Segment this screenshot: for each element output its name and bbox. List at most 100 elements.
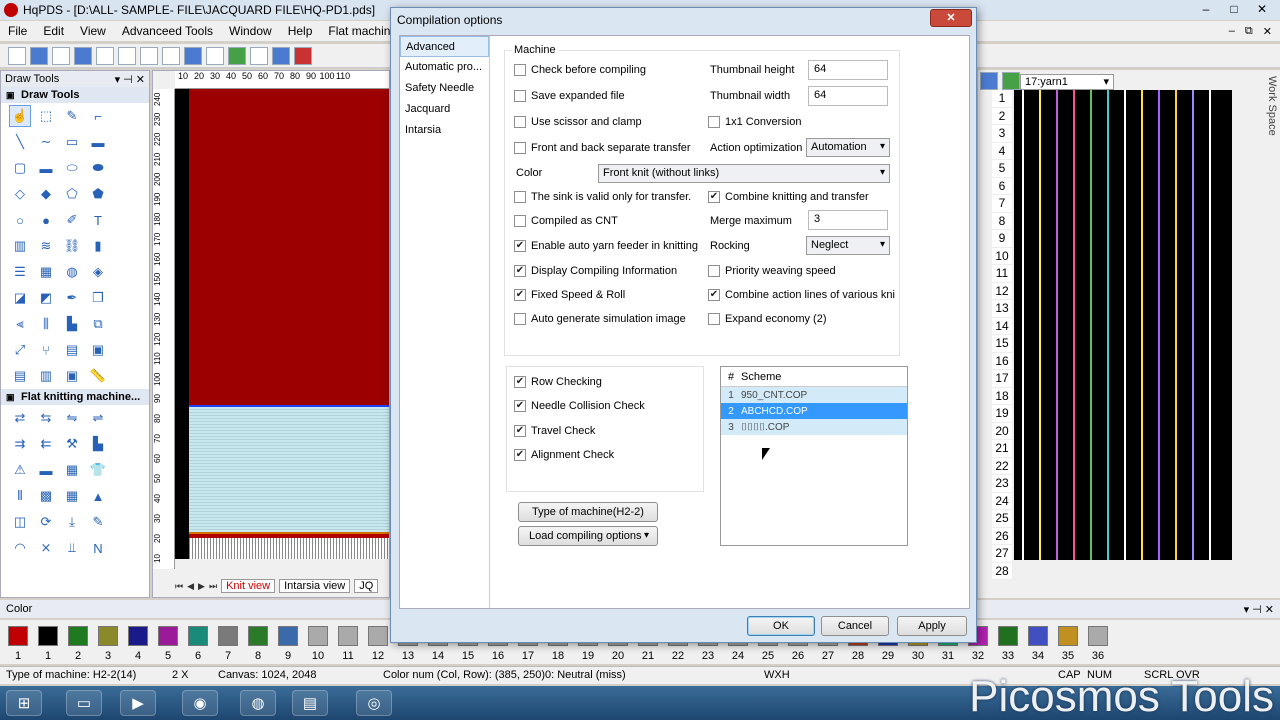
grid-icon[interactable] <box>184 46 202 65</box>
front-back-transfer[interactable]: Front and back separate transfer <box>514 142 691 154</box>
color-swatch[interactable] <box>278 626 298 646</box>
mdi-close-button[interactable]: ✕ <box>1263 25 1272 38</box>
checkbox[interactable] <box>514 142 526 154</box>
combine-knitting-transfer[interactable]: ✔ Combine knitting and transfer <box>708 191 869 203</box>
stack-icon[interactable]: ▤ <box>9 365 31 387</box>
design-canvas[interactable] <box>175 89 389 567</box>
filled-polygon-icon[interactable]: ⬟ <box>87 183 109 205</box>
work-space-tab[interactable]: Work Space <box>1266 76 1278 136</box>
transfer-back-icon[interactable]: ⇇ <box>35 433 57 455</box>
yarn-tool-2-icon[interactable] <box>1002 72 1020 90</box>
checkbox[interactable] <box>514 116 526 128</box>
filled-diamond-icon[interactable]: ◆ <box>35 183 57 205</box>
checkbox[interactable] <box>514 64 526 76</box>
color-swatch[interactable] <box>8 626 28 646</box>
color-swatch[interactable] <box>1058 626 1078 646</box>
check-before-compiling[interactable]: Check before compiling <box>514 64 646 76</box>
auto-yarn-feeder[interactable]: ✔ Enable auto yarn feeder in knitting <box>514 240 698 252</box>
row-checking[interactable]: ✔ Row Checking <box>514 376 602 388</box>
columns-icon[interactable]: ▥ <box>9 235 31 257</box>
nav-safety-needle[interactable]: Safety Needle <box>400 78 489 99</box>
layer-icon[interactable] <box>228 46 246 65</box>
scheme-row[interactable]: 1 950_CNT.COP <box>721 387 907 403</box>
brush-icon[interactable]: ✐ <box>61 209 83 231</box>
color-swatch[interactable] <box>38 626 58 646</box>
color-swatch[interactable] <box>218 626 238 646</box>
display-compiling-info[interactable]: ✔ Display Compiling Information <box>514 265 677 277</box>
rows-icon[interactable]: ☰ <box>9 261 31 283</box>
transfer-icon[interactable]: ⇉ <box>9 433 31 455</box>
load-compiling-options-button[interactable]: Load compiling options <box>518 526 658 546</box>
mdi-restore-button[interactable]: ⧉ <box>1245 25 1253 38</box>
mirror-icon[interactable]: ⧉ <box>87 313 109 335</box>
nav-intarsia[interactable]: Intarsia <box>400 120 489 141</box>
panel-icon[interactable]: ▥ <box>35 365 57 387</box>
grid-tool-icon[interactable]: ▦ <box>35 261 57 283</box>
line-icon[interactable]: ╲ <box>9 131 31 153</box>
filled-rectangle-icon[interactable]: ▬ <box>87 131 109 153</box>
refresh-icon[interactable]: ⟳ <box>35 511 57 533</box>
color-swatch[interactable] <box>248 626 268 646</box>
notepad-icon[interactable]: ▤ <box>292 690 328 716</box>
checkbox[interactable] <box>514 313 526 325</box>
alignment-check[interactable]: ✔ Alignment Check <box>514 449 614 461</box>
triangle-icon[interactable]: ▲ <box>87 485 109 507</box>
compiled-as-cnt[interactable]: Compiled as CNT <box>514 215 618 227</box>
checkbox[interactable]: ✔ <box>514 289 526 301</box>
menu-advanced-tools[interactable]: Advanceed Tools <box>114 24 221 38</box>
cut-icon[interactable] <box>118 46 136 65</box>
firefox-icon[interactable]: ◍ <box>240 690 276 716</box>
tab-intarsia-view[interactable]: Intarsia view <box>279 579 351 593</box>
draw-tools-section[interactable]: Draw Tools <box>1 87 149 103</box>
color-swatch[interactable] <box>338 626 358 646</box>
yarn-view[interactable] <box>1014 90 1232 560</box>
checkbox[interactable]: ✔ <box>708 191 720 203</box>
paste-icon[interactable] <box>162 46 180 65</box>
priority-weaving-speed[interactable]: Priority weaving speed <box>708 265 836 277</box>
menu-edit[interactable]: Edit <box>35 24 72 38</box>
cable-icon[interactable]: ⚒ <box>61 433 83 455</box>
text-icon[interactable]: T <box>87 209 109 231</box>
tab-knit-view[interactable]: Knit view <box>221 579 276 593</box>
save-icon[interactable] <box>52 46 70 65</box>
checkbox[interactable]: ✔ <box>514 265 526 277</box>
sink-valid-transfer[interactable]: The sink is valid only for transfer. <box>514 191 691 203</box>
filled-rounded-rect-icon[interactable]: ▬ <box>35 157 57 179</box>
travel-check[interactable]: ✔ Travel Check <box>514 425 595 437</box>
thumbnail-width-input[interactable]: 64 <box>808 86 888 106</box>
edit-icon[interactable]: ✎ <box>87 511 109 533</box>
dialog-close-button[interactable]: ✕ <box>930 9 972 27</box>
fill-icon[interactable]: ◍ <box>61 261 83 283</box>
knit-cross-icon[interactable]: ⇌ <box>87 407 109 429</box>
paint-bucket-icon[interactable]: ◪ <box>9 287 31 309</box>
window-icon[interactable]: ▤ <box>61 339 83 361</box>
align-center-icon[interactable]: ⫼ <box>35 313 57 335</box>
close-button[interactable]: ✕ <box>1250 0 1274 18</box>
split-icon[interactable]: ▙ <box>87 433 109 455</box>
merge-maximum-input[interactable]: 3 <box>808 210 888 230</box>
checkbox[interactable] <box>708 265 720 277</box>
color-swatch[interactable] <box>308 626 328 646</box>
expand-economy[interactable]: Expand economy (2) <box>708 313 827 325</box>
checkbox[interactable] <box>514 215 526 227</box>
nav-automatic[interactable]: Automatic pro... <box>400 57 489 78</box>
apply-button[interactable]: Apply <box>897 616 967 636</box>
rectangle-icon[interactable]: ▭ <box>61 131 83 153</box>
checkbox[interactable] <box>514 90 526 102</box>
branch-icon[interactable]: ⑂ <box>35 339 57 361</box>
auto-generate-simulation[interactable]: Auto generate simulation image <box>514 313 686 325</box>
menu-window[interactable]: Window <box>221 24 280 38</box>
media-player-icon[interactable]: ▶ <box>120 690 156 716</box>
chart-icon[interactable]: ▙ <box>61 313 83 335</box>
ruler-icon[interactable]: 📏 <box>87 365 109 387</box>
wave-icon[interactable]: ≋ <box>35 235 57 257</box>
cancel-button[interactable]: Cancel <box>821 616 889 636</box>
diamond-icon[interactable]: ◇ <box>9 183 31 205</box>
hqpds-icon[interactable]: ◎ <box>356 690 392 716</box>
checkbox[interactable]: ✔ <box>708 289 720 301</box>
pencil-icon[interactable]: ✎ <box>61 105 83 127</box>
start-icon[interactable]: ⊞ <box>6 690 42 716</box>
checkbox[interactable]: ✔ <box>514 425 526 437</box>
knit-front-icon[interactable]: ⇄ <box>9 407 31 429</box>
pen-icon[interactable]: ✒ <box>61 287 83 309</box>
